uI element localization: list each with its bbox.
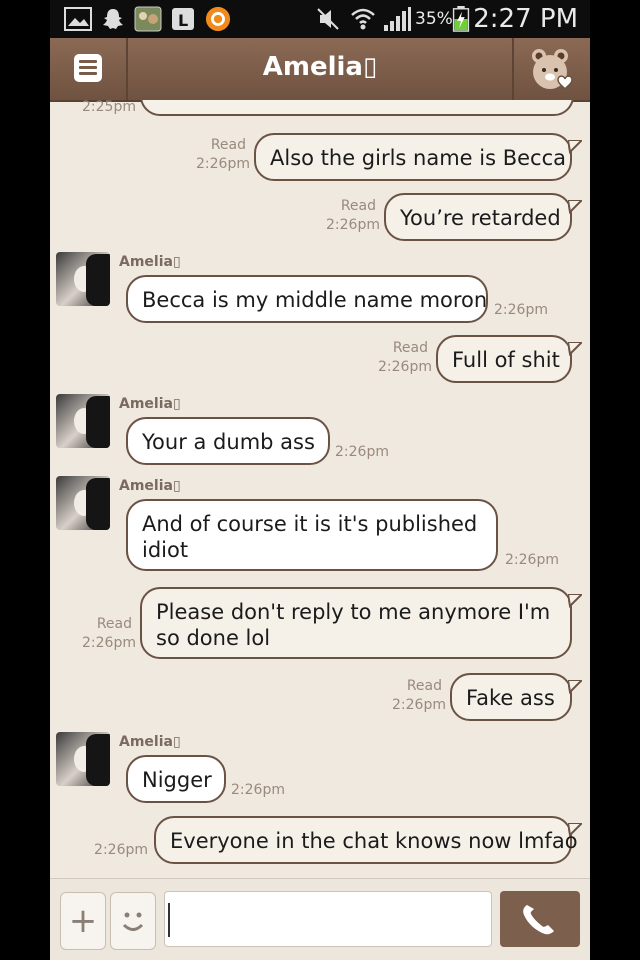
message-time: 2:25pm xyxy=(82,100,136,115)
plus-icon[interactable]: + xyxy=(60,892,106,950)
header-divider xyxy=(512,38,514,100)
gallery-icon xyxy=(64,7,92,31)
message-bubble-sent[interactable]: Fake ass xyxy=(450,673,572,721)
message-time: 2:26pm xyxy=(494,302,548,318)
notification-l-icon: L xyxy=(172,8,194,30)
read-receipt: Read 2:26pm xyxy=(326,198,380,233)
chat-header: Amelia▯ xyxy=(50,38,590,102)
bubble-tail xyxy=(568,200,582,214)
chat-title: Amelia▯ xyxy=(262,52,378,82)
read-receipt: Read 2:26pm xyxy=(392,678,446,713)
message-bubble-received[interactable]: Becca is my middle name moron xyxy=(126,275,488,323)
chat-screen: L 35% 2:27 PM Amelia▯ 2:25pm Read 2:26pm… xyxy=(50,0,590,960)
phone-icon[interactable] xyxy=(500,891,580,947)
snapchat-icon xyxy=(103,9,123,29)
message-time: 2:26pm xyxy=(505,552,559,568)
avatar[interactable] xyxy=(56,476,110,530)
svg-text:L: L xyxy=(178,11,188,30)
message-bubble-sent[interactable]: Please don't reply to me anymore I'm so … xyxy=(140,587,572,659)
bubble-tail xyxy=(568,140,582,154)
battery-charging-icon xyxy=(452,6,470,32)
sender-name: Amelia▯ xyxy=(119,478,181,494)
message-bubble-sent[interactable]: You’re retarded xyxy=(384,193,572,241)
signal-icon xyxy=(384,7,411,31)
bubble-tail xyxy=(568,342,582,356)
message-bubble-sent[interactable]: Full of shit xyxy=(436,335,572,383)
message-time: 2:26pm xyxy=(335,444,389,460)
status-bar: L 35% 2:27 PM xyxy=(50,0,590,38)
avatar[interactable] xyxy=(56,252,110,306)
sender-name: Amelia▯ xyxy=(119,254,181,270)
avatar[interactable] xyxy=(56,394,110,448)
message-list[interactable]: 2:25pm Read 2:26pm Also the girls name is… xyxy=(50,100,590,878)
sender-name: Amelia▯ xyxy=(119,734,181,750)
read-receipt: Read 2:26pm xyxy=(378,340,432,375)
bubble-tail xyxy=(568,823,582,837)
mute-icon xyxy=(317,8,339,30)
app-thumbnail-icon xyxy=(134,6,162,32)
orange-app-icon xyxy=(205,6,231,32)
composer: + xyxy=(50,878,590,960)
clock: 2:27 PM xyxy=(473,4,578,34)
read-receipt: Read 2:26pm xyxy=(82,616,136,651)
text-cursor xyxy=(168,903,170,937)
wifi-icon xyxy=(351,8,375,30)
message-time: 2:26pm xyxy=(94,842,148,858)
smiley-icon[interactable] xyxy=(110,892,156,950)
bubble-tail xyxy=(568,680,582,694)
message-bubble-received[interactable]: Nigger xyxy=(126,755,226,803)
read-receipt: Read 2:26pm xyxy=(196,137,250,172)
message-input[interactable] xyxy=(164,891,492,947)
bear-heart-icon[interactable] xyxy=(528,46,576,92)
sender-name: Amelia▯ xyxy=(119,396,181,412)
message-bubble-sent[interactable]: Everyone in the chat knows now lmfao xyxy=(154,816,578,864)
bubble-tail xyxy=(568,594,582,608)
message-bubble-received[interactable]: And of course it is it's published idiot xyxy=(126,499,498,571)
partial-message-bubble xyxy=(140,100,574,116)
avatar[interactable] xyxy=(56,732,110,786)
message-bubble-received[interactable]: Your a dumb ass xyxy=(126,417,330,465)
battery-percent: 35% xyxy=(415,9,453,29)
message-time: 2:26pm xyxy=(231,782,285,798)
message-bubble-sent[interactable]: Also the girls name is Becca xyxy=(254,133,572,181)
